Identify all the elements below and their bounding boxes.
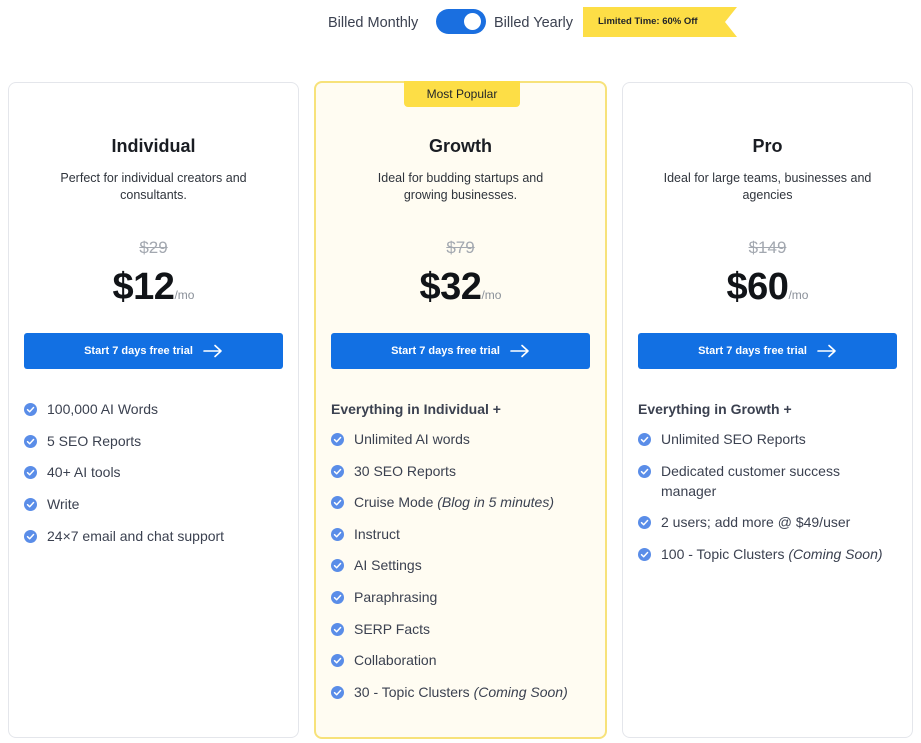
check-circle-icon (24, 435, 37, 448)
plan-card-individual: Individual Perfect for individual creato… (8, 82, 299, 738)
feature-list: Everything in Individual + Unlimited AI … (331, 401, 595, 702)
check-circle-icon (638, 516, 651, 529)
check-circle-icon (331, 559, 344, 572)
feature-item: 5 SEO Reports (24, 431, 288, 451)
toggle-knob (464, 13, 481, 30)
price: $32 (419, 266, 482, 308)
features-heading: Everything in Individual + (331, 401, 501, 417)
price-row: $32/mo (316, 266, 605, 309)
check-circle-icon (331, 465, 344, 478)
arrow-right-icon (817, 344, 837, 358)
billed-yearly-label[interactable]: Billed Yearly (494, 15, 573, 31)
check-circle-icon (331, 654, 344, 667)
billing-toggle-switch[interactable] (436, 9, 486, 34)
billed-monthly-label[interactable]: Billed Monthly (328, 15, 418, 31)
old-price: $29 (139, 238, 168, 257)
plan-card-growth: Most Popular Growth Ideal for budding st… (314, 81, 607, 739)
plan-description: Ideal for large teams, businesses and ag… (663, 171, 872, 202)
feature-item: Collaboration (331, 650, 595, 670)
check-circle-icon (638, 548, 651, 561)
plan-name: Pro (752, 136, 783, 156)
feature-item: AI Settings (331, 555, 595, 575)
check-circle-icon (331, 623, 344, 636)
arrow-right-icon (203, 344, 223, 358)
promo-badge: Limited Time: 60% Off (583, 7, 737, 37)
start-trial-button[interactable]: Start 7 days free trial (638, 333, 897, 369)
cta-label: Start 7 days free trial (698, 345, 807, 357)
plan-description: Ideal for budding startups and growing b… (377, 171, 544, 202)
plan-description: Perfect for individual creators and cons… (60, 171, 247, 202)
feature-item: Unlimited SEO Reports (638, 429, 902, 449)
price-period: /mo (788, 288, 809, 302)
billing-toggle-row: Billed Monthly Billed Yearly Limited Tim… (0, 7, 921, 39)
check-circle-icon (331, 433, 344, 446)
price: $60 (726, 266, 789, 308)
check-circle-icon (331, 686, 344, 699)
check-circle-icon (24, 498, 37, 511)
most-popular-badge: Most Popular (404, 81, 520, 107)
feature-item: Instruct (331, 524, 595, 544)
price-row: $12/mo (9, 266, 298, 309)
price-period: /mo (174, 288, 195, 302)
check-circle-icon (638, 465, 651, 478)
feature-item: Cruise Mode (Blog in 5 minutes) (331, 492, 595, 512)
plan-card-pro: Pro Ideal for large teams, businesses an… (622, 82, 913, 738)
check-circle-icon (331, 496, 344, 509)
check-circle-icon (331, 591, 344, 604)
start-trial-button[interactable]: Start 7 days free trial (24, 333, 283, 369)
feature-note: (Coming Soon) (473, 683, 568, 700)
feature-item: 30 - Topic Clusters (Coming Soon) (331, 682, 595, 702)
feature-note: (Coming Soon) (788, 545, 883, 562)
old-price: $149 (748, 238, 787, 257)
check-circle-icon (24, 530, 37, 543)
check-circle-icon (331, 528, 344, 541)
feature-item: 100,000 AI Words (24, 399, 288, 419)
feature-item: 24×7 email and chat support (24, 526, 288, 546)
cta-label: Start 7 days free trial (391, 345, 500, 357)
start-trial-button[interactable]: Start 7 days free trial (331, 333, 590, 369)
price-period: /mo (481, 288, 502, 302)
feature-item: 2 users; add more @ $49/user (638, 512, 902, 532)
feature-item: 30 SEO Reports (331, 461, 595, 481)
price: $12 (112, 266, 175, 308)
check-circle-icon (24, 403, 37, 416)
cta-label: Start 7 days free trial (84, 345, 193, 357)
feature-note: (Blog in 5 minutes) (437, 494, 554, 511)
features-heading: Everything in Growth + (638, 401, 792, 417)
feature-item: 100 - Topic Clusters (Coming Soon) (638, 544, 902, 564)
feature-item: Dedicated customer success manager (638, 461, 902, 501)
check-circle-icon (638, 433, 651, 446)
plan-name: Growth (429, 136, 492, 156)
feature-item: Unlimited AI words (331, 429, 595, 449)
plan-name: Individual (111, 136, 196, 156)
price-row: $60/mo (623, 266, 912, 309)
feature-item: Paraphrasing (331, 587, 595, 607)
old-price: $79 (446, 238, 475, 257)
check-circle-icon (24, 466, 37, 479)
feature-item: SERP Facts (331, 619, 595, 639)
feature-item: 40+ AI tools (24, 462, 288, 482)
feature-list: Everything in Growth + Unlimited SEO Rep… (638, 401, 902, 564)
feature-item: Write (24, 494, 288, 514)
feature-list: 100,000 AI Words 5 SEO Reports 40+ AI to… (24, 399, 288, 546)
promo-text: Limited Time: 60% Off (598, 16, 698, 27)
arrow-right-icon (510, 344, 530, 358)
